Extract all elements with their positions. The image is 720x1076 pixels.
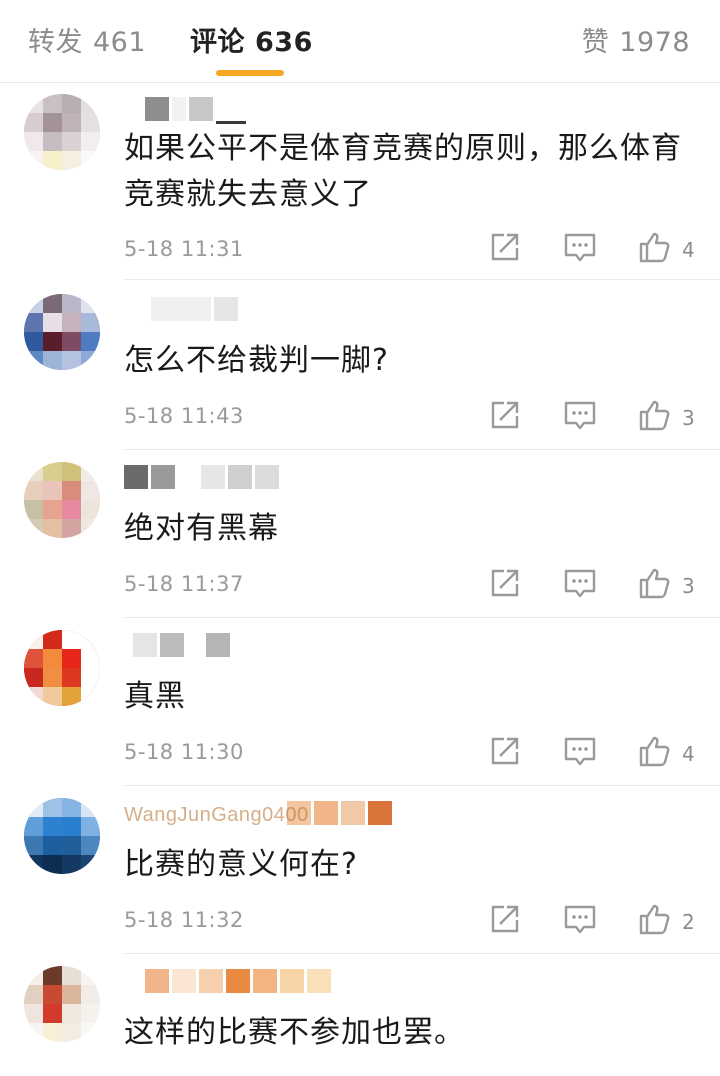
divider	[124, 279, 720, 280]
tab-comments-count: 636	[255, 27, 313, 58]
like-button[interactable]	[638, 566, 672, 600]
avatar[interactable]	[24, 966, 100, 1042]
username-blurred[interactable]	[124, 94, 444, 124]
comment-time: 5-18 11:31	[124, 237, 244, 261]
reply-button[interactable]	[563, 398, 597, 432]
share-button[interactable]	[488, 566, 522, 600]
like-count: 3	[682, 574, 695, 598]
comment-time: 5-18 11:43	[124, 404, 244, 428]
reply-icon	[564, 569, 596, 598]
comment-text: 怎么不给裁判一脚?	[124, 343, 389, 378]
like-icon	[639, 736, 670, 767]
like-icon	[639, 568, 670, 599]
like-button[interactable]	[638, 230, 672, 264]
like-icon	[639, 232, 670, 263]
comment-item: 这样的比赛不参加也罢。	[0, 954, 720, 1076]
reply-button[interactable]	[563, 734, 597, 768]
comment-text: 这样的比赛不参加也罢。	[124, 1015, 465, 1050]
share-icon	[491, 233, 519, 261]
username-blurred[interactable]: WangJunGang0400	[124, 798, 444, 828]
like-button[interactable]	[638, 398, 672, 432]
comment-item: 怎么不给裁判一脚? 5-18 11:43 3	[0, 282, 720, 450]
avatar[interactable]	[24, 462, 100, 538]
comment-item: WangJunGang0400 比赛的意义何在? 5-18 11:32 2	[0, 786, 720, 954]
avatar[interactable]	[24, 94, 100, 170]
active-tab-indicator	[216, 70, 284, 76]
like-count: 4	[682, 238, 695, 262]
reply-icon	[564, 401, 596, 430]
reply-button[interactable]	[563, 902, 597, 936]
comment-item: 如果公平不是体育竞赛的原则，那么体育竞赛就失去意义了 5-18 11:31 4	[0, 82, 720, 280]
comment-time: 5-18 11:37	[124, 572, 244, 596]
comment-time: 5-18 11:30	[124, 740, 244, 764]
share-icon	[491, 737, 519, 765]
tab-comments[interactable]: 评论 636	[190, 20, 313, 59]
share-button[interactable]	[488, 902, 522, 936]
share-button[interactable]	[488, 398, 522, 432]
comment-text: 绝对有黑幕	[124, 511, 279, 546]
share-button[interactable]	[488, 734, 522, 768]
comment-time: 5-18 11:32	[124, 908, 244, 932]
like-button[interactable]	[638, 902, 672, 936]
comment-tab-bar: 转发 461 评论 636 赞 1978	[0, 0, 720, 83]
avatar[interactable]	[24, 798, 100, 874]
avatar-mosaic	[24, 966, 100, 1042]
like-icon	[639, 400, 670, 431]
avatar[interactable]	[24, 630, 100, 706]
comment-text: 比赛的意义何在?	[124, 847, 358, 882]
tab-repost-count: 461	[93, 27, 147, 58]
avatar-mosaic	[24, 94, 100, 170]
like-count: 2	[682, 910, 695, 934]
reply-icon	[564, 737, 596, 766]
share-button[interactable]	[488, 230, 522, 264]
reply-button[interactable]	[563, 230, 597, 264]
tab-likes-count: 1978	[619, 27, 690, 58]
username-blurred[interactable]	[124, 294, 444, 324]
avatar-mosaic	[24, 462, 100, 538]
reply-button[interactable]	[563, 566, 597, 600]
comment-text: 如果公平不是体育竞赛的原则，那么体育竞赛就失去意义了	[124, 131, 682, 212]
avatar-mosaic	[24, 798, 100, 874]
username-text: WangJunGang0400	[124, 804, 309, 826]
tab-comments-label: 评论	[190, 27, 245, 58]
like-count: 4	[682, 742, 695, 766]
tab-likes-label: 赞	[581, 27, 610, 58]
tab-likes[interactable]: 赞 1978	[582, 20, 690, 59]
username-blurred[interactable]	[124, 630, 444, 660]
avatar-mosaic	[24, 630, 100, 706]
comment-item: 绝对有黑幕 5-18 11:37 3	[0, 450, 720, 618]
tab-repost[interactable]: 转发 461	[28, 20, 146, 59]
tab-repost-label: 转发	[28, 27, 83, 58]
comment-text: 真黑	[124, 679, 186, 714]
reply-icon	[564, 233, 596, 262]
share-icon	[491, 401, 519, 429]
reply-icon	[564, 905, 596, 934]
share-icon	[491, 569, 519, 597]
avatar-mosaic	[24, 294, 100, 370]
like-count: 3	[682, 406, 695, 430]
avatar[interactable]	[24, 294, 100, 370]
username-blurred[interactable]	[124, 462, 444, 492]
like-icon	[639, 904, 670, 935]
comment-item: 真黑 5-18 11:30 4	[0, 618, 720, 786]
username-blurred[interactable]	[124, 966, 444, 996]
like-button[interactable]	[638, 734, 672, 768]
share-icon	[491, 905, 519, 933]
